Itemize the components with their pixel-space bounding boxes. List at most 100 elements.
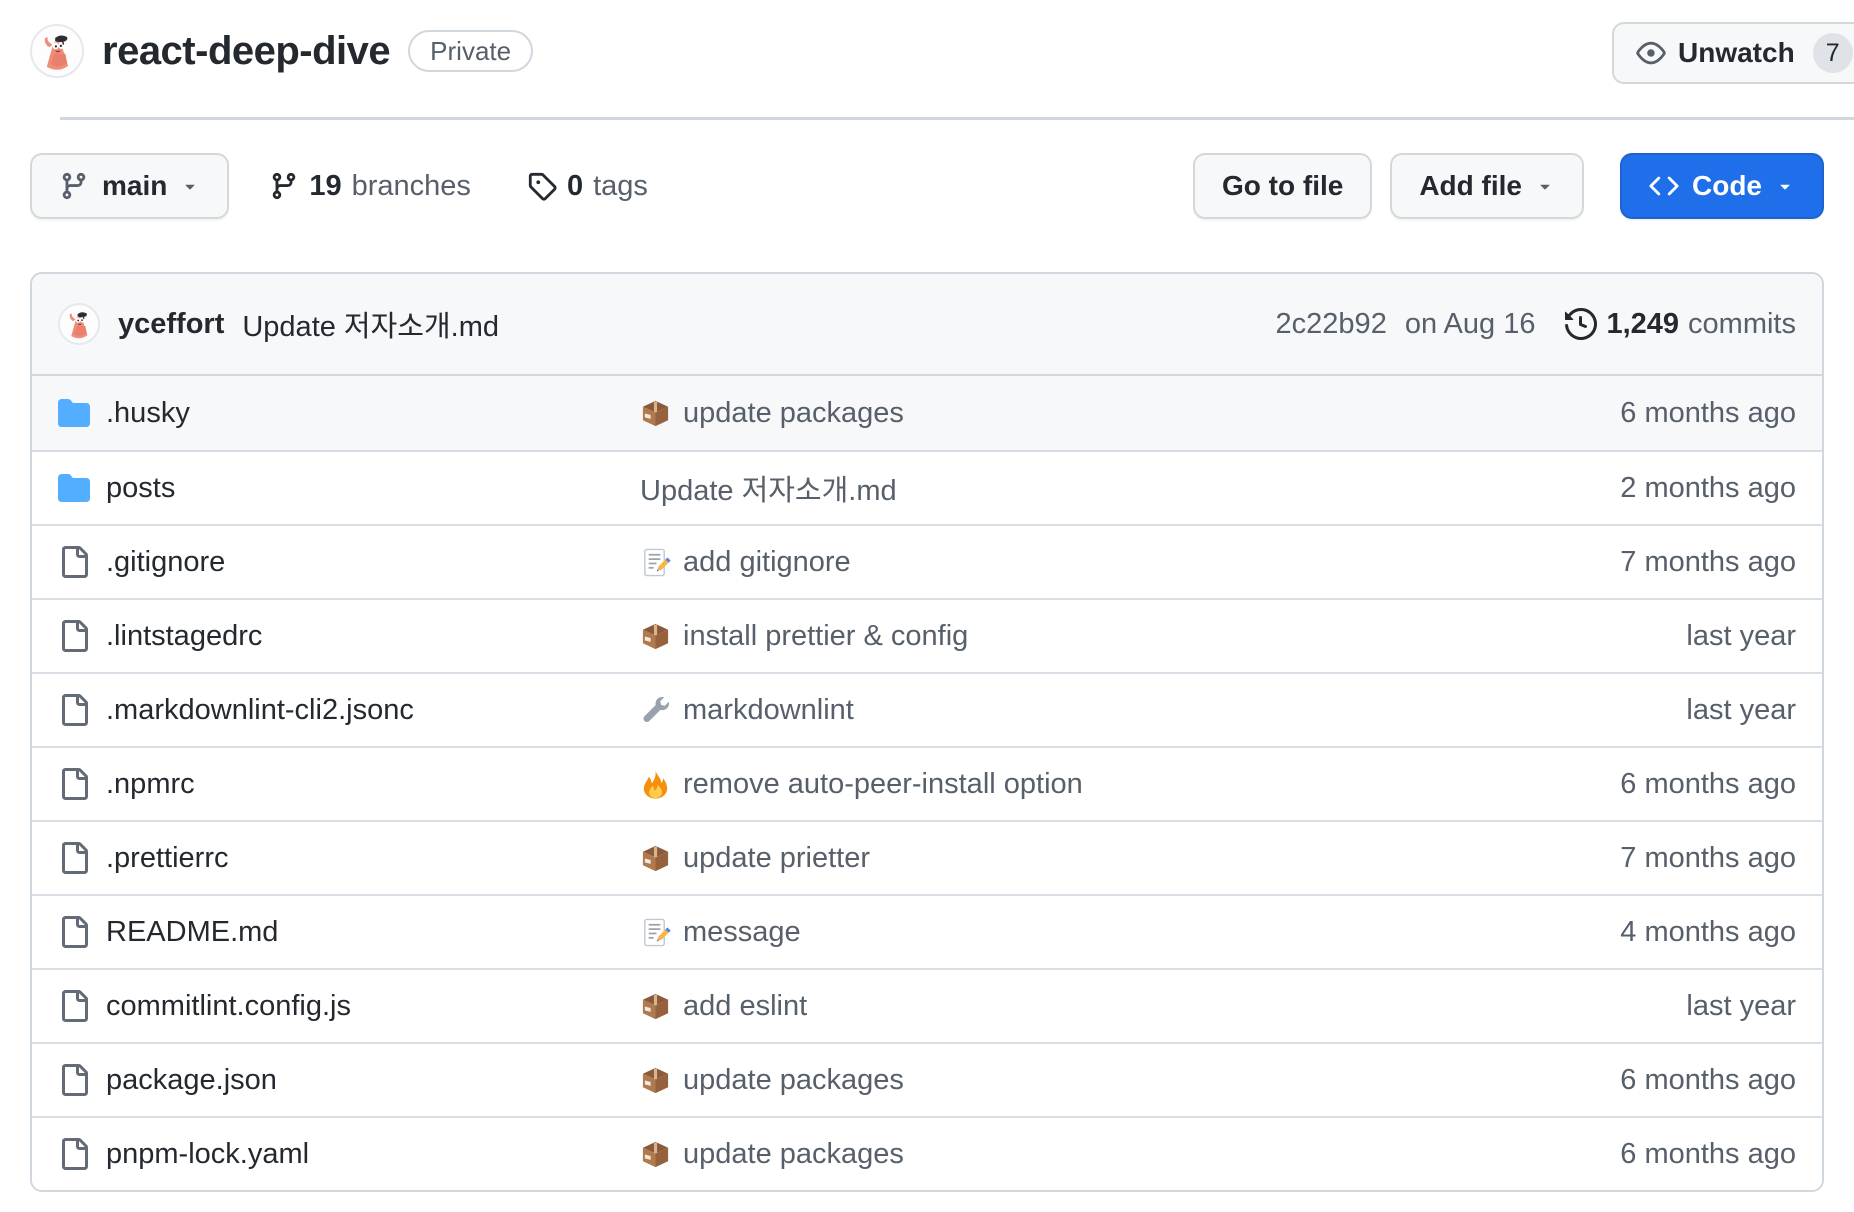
file-table-body: .husky update packages 6 months ago post… (32, 376, 1822, 1190)
history-icon (1565, 308, 1597, 340)
add-file-button[interactable]: Add file (1390, 153, 1584, 219)
file-name-link[interactable]: posts (106, 472, 640, 505)
file-name-link[interactable]: pnpm-lock.yaml (106, 1138, 640, 1171)
add-file-label: Add file (1419, 170, 1522, 202)
commit-message-link[interactable]: update prietter (640, 842, 1496, 875)
file-commit-date: 6 months ago (1496, 1138, 1796, 1171)
file-name-link[interactable]: .gitignore (106, 546, 640, 579)
commit-message-text: update packages (683, 1064, 904, 1097)
commit-message-link[interactable]: update packages (640, 397, 1496, 430)
chevron-down-icon (180, 176, 200, 196)
package-icon (640, 843, 671, 874)
commit-message-link[interactable]: Update 저자소개.md (640, 467, 1496, 509)
header-divider (60, 117, 1854, 120)
file-table: yceffort Update 저자소개.md 2c22b92 on Aug 1… (30, 272, 1824, 1192)
file-name-link[interactable]: .prettierrc (106, 842, 640, 875)
file-commit-date: last year (1496, 990, 1796, 1023)
tag-icon (527, 171, 557, 201)
file-row[interactable]: .prettierrc update prietter 7 months ago (32, 820, 1822, 894)
branches-link[interactable]: 19 branches (269, 170, 471, 203)
file-name-link[interactable]: commitlint.config.js (106, 990, 640, 1023)
commit-message-link[interactable]: add eslint (640, 990, 1496, 1023)
file-name-link[interactable]: README.md (106, 916, 640, 949)
branches-count: 19 (309, 170, 341, 203)
commit-sha[interactable]: 2c22b92 (1276, 308, 1387, 341)
file-icon (58, 694, 106, 726)
commits-label: commits (1688, 308, 1796, 341)
eye-icon (1636, 38, 1666, 68)
commit-message-link[interactable]: update packages (640, 1138, 1496, 1171)
commit-message-link[interactable]: add gitignore (640, 546, 1496, 579)
commit-date: on Aug 16 (1405, 308, 1536, 341)
file-row[interactable]: .lintstagedrc install prettier & config … (32, 598, 1822, 672)
file-icon (58, 1138, 106, 1170)
file-icon (58, 990, 106, 1022)
file-row[interactable]: .markdownlint-cli2.jsonc markdownlint la… (32, 672, 1822, 746)
file-row[interactable]: package.json update packages 6 months ag… (32, 1042, 1822, 1116)
repo-title[interactable]: react-deep-dive (102, 29, 390, 74)
file-name-link[interactable]: package.json (106, 1064, 640, 1097)
commit-message-link[interactable]: update packages (640, 1064, 1496, 1097)
file-name-link[interactable]: .husky (106, 397, 640, 430)
code-icon (1649, 171, 1679, 201)
file-commit-date: 6 months ago (1496, 768, 1796, 801)
unwatch-label: Unwatch (1678, 37, 1795, 69)
file-icon (58, 620, 106, 652)
commit-author-avatar[interactable] (58, 303, 100, 345)
file-row[interactable]: commitlint.config.js add eslint last yea… (32, 968, 1822, 1042)
file-row[interactable]: .husky update packages 6 months ago (32, 376, 1822, 450)
file-commit-date: 6 months ago (1496, 397, 1796, 430)
package-icon (640, 621, 671, 652)
file-row[interactable]: README.md message 4 months ago (32, 894, 1822, 968)
file-icon (58, 546, 106, 578)
chevron-down-icon (1535, 176, 1555, 196)
commit-message-link[interactable]: remove auto-peer-install option (640, 768, 1496, 801)
branches-label: branches (352, 170, 471, 203)
repo-header: react-deep-dive Private Unwatch 7 (0, 0, 1854, 120)
commit-message-link[interactable]: markdownlint (640, 694, 1496, 727)
tags-count: 0 (567, 170, 583, 203)
commit-author[interactable]: yceffort (118, 308, 224, 341)
file-commit-date: 4 months ago (1496, 916, 1796, 949)
file-name-link[interactable]: .lintstagedrc (106, 620, 640, 653)
code-label: Code (1692, 170, 1762, 202)
commit-message-text: add eslint (683, 990, 807, 1023)
file-row[interactable]: .gitignore add gitignore 7 months ago (32, 524, 1822, 598)
file-icon (58, 1064, 106, 1096)
file-name-link[interactable]: .markdownlint-cli2.jsonc (106, 694, 640, 727)
file-commit-date: 7 months ago (1496, 546, 1796, 579)
chevron-down-icon (1775, 176, 1795, 196)
commit-message-text: message (683, 916, 801, 949)
commit-message-text: markdownlint (683, 694, 854, 727)
wrench-icon (640, 695, 671, 726)
file-icon (58, 842, 106, 874)
file-commit-date: last year (1496, 694, 1796, 727)
package-icon (640, 1139, 671, 1170)
commit-message-text: add gitignore (683, 546, 851, 579)
file-commit-date: 7 months ago (1496, 842, 1796, 875)
file-commit-date: 6 months ago (1496, 1064, 1796, 1097)
tags-link[interactable]: 0 tags (527, 170, 648, 203)
git-branch-icon (59, 171, 89, 201)
branch-selector[interactable]: main (30, 153, 229, 219)
commits-count: 1,249 (1606, 308, 1679, 341)
commit-message-link[interactable]: message (640, 916, 1496, 949)
unwatch-button[interactable]: Unwatch 7 (1612, 22, 1854, 84)
commit-message-link[interactable]: install prettier & config (640, 620, 1496, 653)
repo-toolbar: main 19 branches 0 tags Go to file Add f… (30, 153, 1824, 219)
package-icon (640, 398, 671, 429)
file-row[interactable]: .npmrc remove auto-peer-install option 6… (32, 746, 1822, 820)
commit-message-text: install prettier & config (683, 620, 968, 653)
code-button[interactable]: Code (1620, 153, 1824, 219)
memo-icon (640, 917, 671, 948)
visibility-badge: Private (408, 30, 533, 72)
file-row[interactable]: posts Update 저자소개.md 2 months ago (32, 450, 1822, 524)
file-commit-date: 2 months ago (1496, 472, 1796, 505)
commits-history-link[interactable]: 1,249 commits (1565, 308, 1796, 341)
latest-commit-message[interactable]: Update 저자소개.md (242, 303, 499, 345)
go-to-file-button[interactable]: Go to file (1193, 153, 1372, 219)
package-icon (640, 1065, 671, 1096)
file-name-link[interactable]: .npmrc (106, 768, 640, 801)
repo-owner-avatar (30, 24, 84, 78)
file-row[interactable]: pnpm-lock.yaml update packages 6 months … (32, 1116, 1822, 1190)
